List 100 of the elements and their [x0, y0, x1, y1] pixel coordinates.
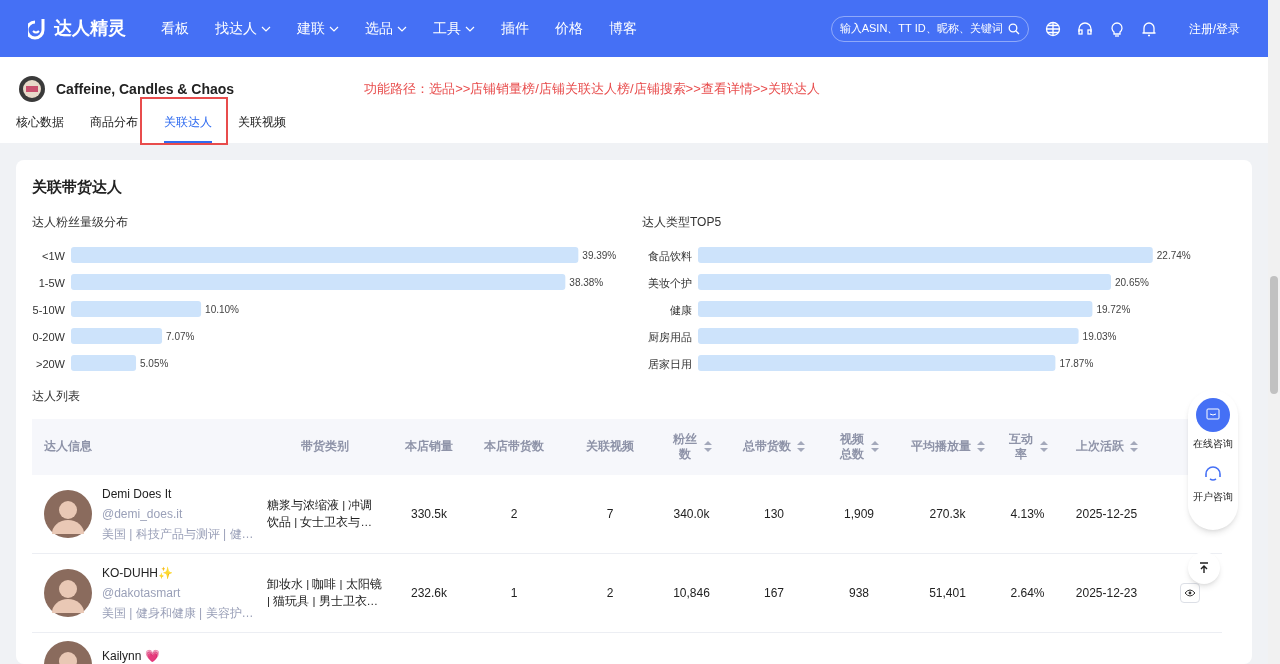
axis-label: 1-5W: [38, 276, 65, 289]
table-cell-text: 270.3k: [929, 505, 966, 523]
column-header: 带货类别: [301, 439, 349, 454]
data-label: 39.39%: [582, 249, 617, 261]
table-cell-text: 2025-12-25: [1075, 505, 1138, 523]
logo-icon: [28, 17, 48, 40]
search-icon: [1007, 22, 1020, 35]
table-cell-text: 7: [606, 505, 614, 523]
column-header: 视频总数: [839, 431, 865, 462]
view-button[interactable]: [1180, 582, 1200, 603]
data-label: 38.38%: [569, 276, 604, 288]
avatar: [44, 568, 92, 617]
table-cell-text: 51,401: [929, 584, 966, 602]
column-header: 达人信息: [44, 439, 92, 454]
scrollbar[interactable]: [1268, 0, 1280, 664]
bell-icon[interactable]: [1140, 20, 1157, 37]
login-link[interactable]: 注册/登录: [1188, 19, 1240, 38]
logo-text[interactable]: 达人精灵: [54, 15, 126, 42]
creator-name[interactable]: Kailynn 💗: [102, 646, 160, 664]
store-name: Caffeine, Candles & Chaos: [56, 79, 235, 99]
table-cell-text: 1: [510, 584, 518, 602]
column-header: 本店带货数: [484, 439, 544, 454]
column-header: 互动率: [1007, 431, 1034, 462]
creator-name[interactable]: Demi Does It: [102, 484, 172, 503]
table-cell-text: 130: [764, 505, 784, 523]
table-cell-text: 4.13%: [1010, 505, 1045, 523]
chart-title: 达人类型TOP5: [642, 213, 722, 231]
store-logo: [18, 75, 46, 103]
column-header: 平均播放量: [910, 439, 971, 454]
sort-icon[interactable]: [1039, 441, 1048, 452]
data-label: 20.65%: [1115, 276, 1149, 288]
bar: [71, 354, 137, 371]
sort-icon[interactable]: [1129, 441, 1138, 452]
axis-label: 食品饮料: [648, 249, 692, 262]
axis-label: 居家日用: [648, 357, 692, 370]
consult-button[interactable]: 开户咨询: [1193, 465, 1233, 504]
column-header: 本店销量: [405, 439, 453, 454]
data-label: 17.87%: [1059, 357, 1094, 369]
axis-label: >20W: [35, 357, 65, 370]
sort-icon[interactable]: [976, 441, 985, 452]
axis-label: 0-20W: [32, 330, 65, 343]
sort-icon[interactable]: [871, 441, 879, 452]
nav-item[interactable]: 看板: [148, 18, 202, 39]
data-label: 5.05%: [140, 357, 169, 369]
back-to-top-icon: [1198, 562, 1210, 574]
data-label: 19.72%: [1096, 303, 1131, 315]
creator-handle: @dakotasmart: [102, 584, 181, 602]
globe-icon[interactable]: [1044, 20, 1061, 37]
nav-item[interactable]: 博客: [596, 18, 650, 39]
table-cell-text: 938: [849, 584, 869, 602]
section-title: 关联带货达人: [32, 177, 122, 197]
avatar: [44, 489, 92, 538]
sort-icon[interactable]: [703, 441, 712, 452]
column-header: 关联视频: [586, 439, 634, 454]
lightbulb-icon[interactable]: [1108, 20, 1125, 37]
data-label: 10.10%: [205, 303, 239, 315]
axis-label: 美妆个护: [648, 276, 692, 289]
table-cell-text: 330.5k: [411, 505, 447, 523]
table-cell-text: 2: [606, 584, 614, 602]
data-label: 19.03%: [1082, 330, 1117, 342]
creator-tags: 美国 | 科技产品与测评 | 健…: [102, 524, 254, 543]
nav-item[interactable]: 找达人: [202, 18, 284, 39]
consult-button[interactable]: 在线咨询: [1193, 398, 1233, 451]
tab[interactable]: 核心数据: [16, 113, 64, 143]
headset-icon[interactable]: [1076, 20, 1093, 37]
table-cell-text: 10,846: [673, 584, 710, 602]
axis-label: <1W: [42, 249, 65, 262]
nav-item[interactable]: 选品: [352, 18, 420, 39]
nav-item[interactable]: 插件: [488, 18, 542, 39]
creator-tags: 美国 | 健身和健康 | 美容护…: [102, 603, 254, 622]
table-cell-text: 2025-12-23: [1075, 584, 1138, 602]
axis-label: 厨房用品: [648, 330, 692, 343]
column-header: 上次活跃: [1075, 439, 1124, 454]
category-text: 糖浆与浓缩液 | 冲调饮品 | 女士卫衣与…: [267, 497, 374, 530]
sort-icon[interactable]: [797, 441, 805, 452]
nav-item[interactable]: 工具: [420, 18, 488, 39]
table-cell-text: 167: [764, 584, 784, 602]
axis-label: 5-10W: [32, 303, 65, 316]
category-text: 卸妆水 | 咖啡 | 太阳镜 | 猫玩具 | 男士卫衣…: [267, 576, 383, 609]
axis-label: 健康: [670, 303, 692, 316]
table-cell-text: 2: [510, 505, 518, 523]
table-cell-text: 2.64%: [1010, 584, 1045, 602]
annotation-text: 功能路径：选品>>店铺销量榜/店铺关联达人榜/店铺搜索>>查看详情>>关联达人: [364, 80, 820, 99]
chat-icon: [1196, 398, 1230, 432]
tab[interactable]: 关联达人: [164, 113, 212, 143]
creator-name[interactable]: KO-DUHH✨: [102, 563, 173, 582]
chart-title: 达人粉丝量级分布: [32, 213, 128, 231]
column-header: 粉丝数: [671, 431, 698, 462]
table-cell-text: 232.6k: [411, 584, 447, 602]
nav-item[interactable]: 价格: [542, 18, 596, 39]
tab[interactable]: 商品分布: [90, 113, 138, 143]
data-label: 22.74%: [1156, 249, 1191, 261]
tab[interactable]: 关联视频: [238, 113, 286, 143]
data-label: 7.07%: [166, 330, 195, 342]
list-title: 达人列表: [32, 387, 80, 405]
column-header: 总带货数: [743, 439, 791, 454]
creator-handle: @demi_does.it: [102, 505, 183, 523]
eye-icon: [1184, 588, 1196, 597]
table-cell-text: 340.0k: [673, 505, 710, 523]
nav-item[interactable]: 建联: [284, 18, 352, 39]
